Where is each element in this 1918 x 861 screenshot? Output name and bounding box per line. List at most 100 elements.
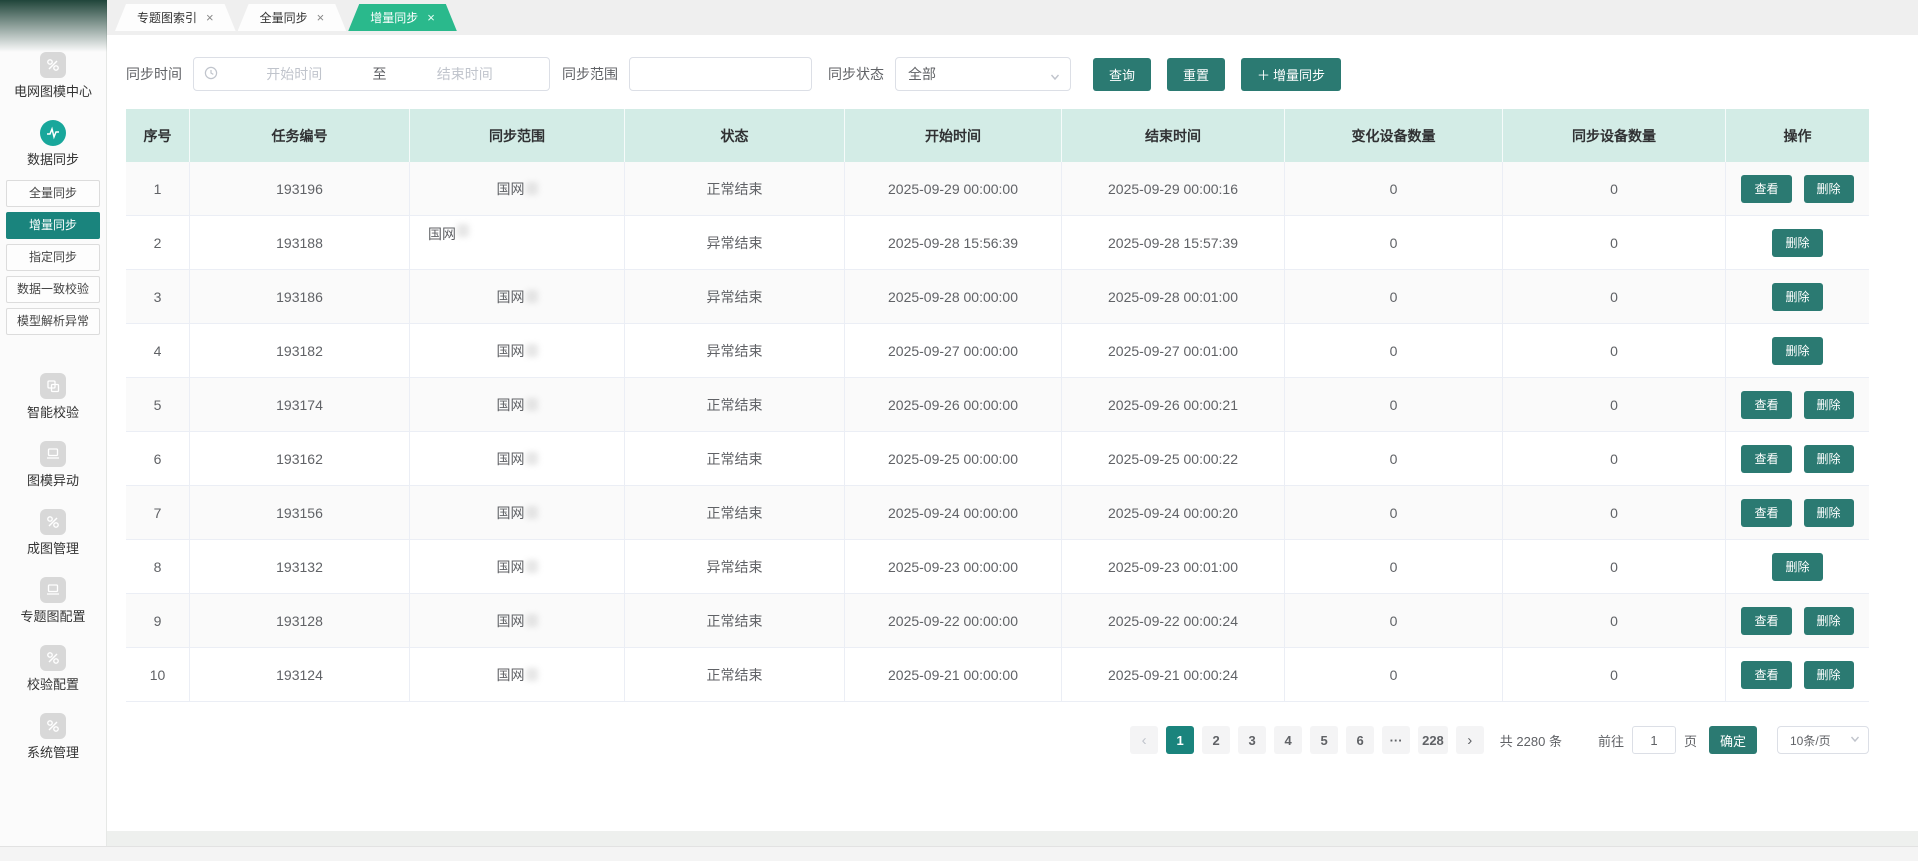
sidebar-item-system-management[interactable]: 系统管理 — [0, 713, 106, 761]
chevron-down-icon — [1050, 69, 1060, 79]
smart-check-icon — [40, 373, 66, 399]
close-icon[interactable]: × — [427, 11, 435, 24]
tab-incremental-sync[interactable]: 增量同步 × — [348, 4, 457, 31]
content-panel: 同步时间 开始时间 至 结束时间 同步范围 同步状态 全部 — [107, 35, 1918, 831]
sidebar-item-check-config[interactable]: 校验配置 — [0, 645, 106, 693]
view-button[interactable]: 查看 — [1741, 607, 1791, 635]
cell-status: 正常结束 — [625, 486, 845, 539]
cell-status: 正常结束 — [625, 378, 845, 431]
view-button[interactable]: 查看 — [1741, 661, 1791, 689]
horizontal-scrollbar[interactable] — [0, 846, 1918, 861]
sidebar-item-smart-check[interactable]: 智能校验 — [0, 373, 106, 421]
page-number[interactable]: 5 — [1310, 726, 1338, 754]
page-number[interactable]: 6 — [1346, 726, 1374, 754]
page-size-value: 10条/页 — [1790, 732, 1831, 749]
cell-start-time: 2025-09-25 00:00:00 — [845, 432, 1062, 485]
jump-suffix: 页 — [1684, 731, 1697, 750]
view-button[interactable]: 查看 — [1741, 391, 1791, 419]
cell-scope: 国网 — [410, 594, 625, 647]
sidebar-item-label: 数据同步 — [0, 152, 106, 168]
cell-actions: 查看 删除 — [1726, 648, 1869, 701]
cell-synced-count: 0 — [1503, 270, 1726, 323]
view-button[interactable]: 查看 — [1741, 175, 1791, 203]
redacted-text — [526, 344, 538, 357]
close-icon[interactable]: × — [317, 11, 325, 24]
cell-index: 8 — [126, 540, 190, 593]
delete-button[interactable]: 删除 — [1772, 229, 1822, 257]
submenu-item-data-consistency-check[interactable]: 数据一致校验 — [6, 276, 100, 303]
sidebar-item-model-change[interactable]: 图模异动 — [0, 441, 106, 489]
submenu-item-full-sync[interactable]: 全量同步 — [6, 180, 100, 207]
cell-synced-count: 0 — [1503, 162, 1726, 215]
sidebar-item-data-sync[interactable]: 数据同步 — [0, 120, 106, 168]
table-row: 1 193196 国网 正常结束 2025-09-29 00:00:00 202… — [126, 162, 1869, 216]
reset-button[interactable]: 重置 — [1167, 58, 1225, 91]
tab-thematic-map-index[interactable]: 专题图索引 × — [115, 4, 236, 31]
col-status: 状态 — [625, 109, 845, 162]
redacted-text — [526, 614, 538, 627]
submenu-item-incremental-sync[interactable]: 增量同步 — [6, 212, 100, 239]
cell-start-time: 2025-09-29 00:00:00 — [845, 162, 1062, 215]
chevron-down-icon — [1850, 733, 1860, 747]
sync-task-table: 序号 任务编号 同步范围 状态 开始时间 结束时间 变化设备数量 同步设备数量 … — [126, 109, 1869, 702]
view-button[interactable]: 查看 — [1741, 499, 1791, 527]
tab-label: 增量同步 — [370, 9, 418, 26]
tab-full-sync[interactable]: 全量同步 × — [238, 4, 347, 31]
cell-index: 10 — [126, 648, 190, 701]
sidebar-item-grid-model-center[interactable]: 电网图模中心 — [0, 0, 106, 100]
page-number[interactable]: 3 — [1238, 726, 1266, 754]
delete-button[interactable]: 删除 — [1804, 175, 1854, 203]
scope-text: 国网 — [497, 557, 525, 577]
cell-actions: 删除 — [1726, 540, 1869, 593]
delete-button[interactable]: 删除 — [1804, 391, 1854, 419]
submenu-item-model-parse-error[interactable]: 模型解析异常 — [6, 308, 100, 335]
view-button[interactable]: 查看 — [1741, 445, 1791, 473]
delete-button[interactable]: 删除 — [1772, 553, 1822, 581]
cell-start-time: 2025-09-23 00:00:00 — [845, 540, 1062, 593]
sidebar-submenu: 全量同步 增量同步 指定同步 数据一致校验 模型解析异常 — [0, 180, 106, 335]
cell-synced-count: 0 — [1503, 540, 1726, 593]
cell-end-time: 2025-09-22 00:00:24 — [1062, 594, 1285, 647]
sidebar: 电网图模中心 数据同步 全量同步 增量同步 指定同步 数据一致校验 模型解析异常… — [0, 0, 107, 846]
cell-synced-count: 0 — [1503, 324, 1726, 377]
page-size-select[interactable]: 10条/页 — [1777, 726, 1869, 754]
delete-button[interactable]: 删除 — [1804, 661, 1854, 689]
jump-page-input[interactable] — [1632, 726, 1676, 754]
cell-start-time: 2025-09-26 00:00:00 — [845, 378, 1062, 431]
prev-page-icon[interactable]: ‹ — [1130, 726, 1158, 754]
add-incremental-sync-button[interactable]: ＋增量同步 — [1241, 58, 1341, 91]
page-number[interactable]: 1 — [1166, 726, 1194, 754]
scope-text: 国网 — [497, 287, 525, 307]
cell-changed-count: 0 — [1285, 378, 1503, 431]
cell-actions: 删除 — [1726, 270, 1869, 323]
scope-text: 国网 — [497, 503, 525, 523]
confirm-button[interactable]: 确定 — [1709, 726, 1757, 754]
sync-scope-input[interactable] — [629, 57, 812, 91]
page-number[interactable]: 2 — [1202, 726, 1230, 754]
cell-end-time: 2025-09-25 00:00:22 — [1062, 432, 1285, 485]
sync-status-label: 同步状态 — [828, 64, 884, 84]
delete-button[interactable]: 删除 — [1772, 337, 1822, 365]
page-number[interactable]: 4 — [1274, 726, 1302, 754]
delete-button[interactable]: 删除 — [1772, 283, 1822, 311]
search-button[interactable]: 查询 — [1093, 58, 1151, 91]
delete-button[interactable]: 删除 — [1804, 607, 1854, 635]
cell-actions: 删除 — [1726, 324, 1869, 377]
clock-icon — [204, 66, 218, 83]
delete-button[interactable]: 删除 — [1804, 499, 1854, 527]
submenu-item-specified-sync[interactable]: 指定同步 — [6, 244, 100, 271]
cell-scope: 国网 — [410, 324, 625, 377]
sidebar-item-diagram-management[interactable]: 成图管理 — [0, 509, 106, 557]
close-icon[interactable]: × — [206, 11, 214, 24]
page-number[interactable]: 228 — [1418, 726, 1448, 754]
model-change-icon — [40, 441, 66, 467]
date-range-picker[interactable]: 开始时间 至 结束时间 — [193, 57, 550, 91]
more-pages-icon[interactable]: ··· — [1382, 726, 1410, 754]
table-row: 3 193186 国网 异常结束 2025-09-28 00:00:00 202… — [126, 270, 1869, 324]
next-page-icon[interactable]: › — [1456, 726, 1484, 754]
cell-status: 异常结束 — [625, 270, 845, 323]
delete-button[interactable]: 删除 — [1804, 445, 1854, 473]
sidebar-item-thematic-map-config[interactable]: 专题图配置 — [0, 577, 106, 625]
cell-status: 正常结束 — [625, 432, 845, 485]
sync-status-select[interactable]: 全部 — [895, 57, 1071, 91]
